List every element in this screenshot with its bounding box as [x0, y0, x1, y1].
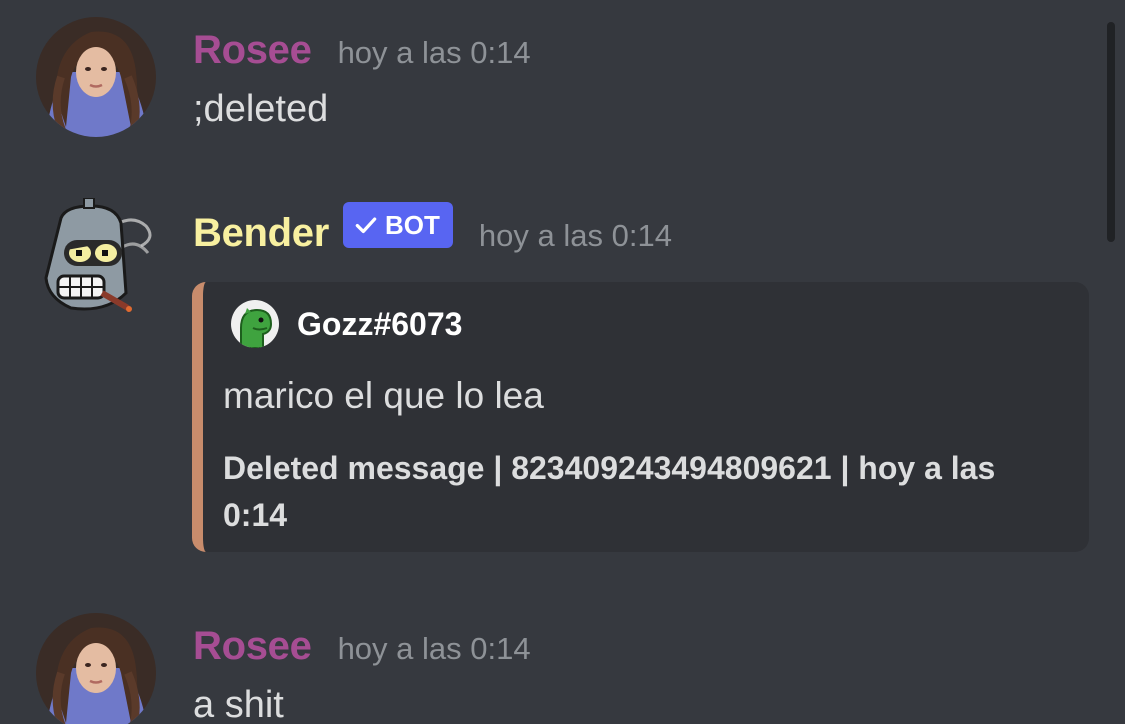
user-avatar[interactable] [36, 613, 156, 724]
username[interactable]: Rosee [193, 624, 312, 669]
message-header: Rosee hoy a las 0:14 [193, 624, 531, 669]
message-3: Rosee hoy a las 0:14 a shit [0, 0, 1095, 724]
girl-portrait-avatar-icon [36, 613, 156, 724]
timestamp: hoy a las 0:14 [337, 631, 531, 666]
scrollbar-thumb[interactable] [1107, 22, 1115, 242]
chat-messages: Rosee hoy a las 0:14 ;deleted Bender BOT… [0, 0, 1125, 724]
message-content: a shit [193, 684, 284, 724]
